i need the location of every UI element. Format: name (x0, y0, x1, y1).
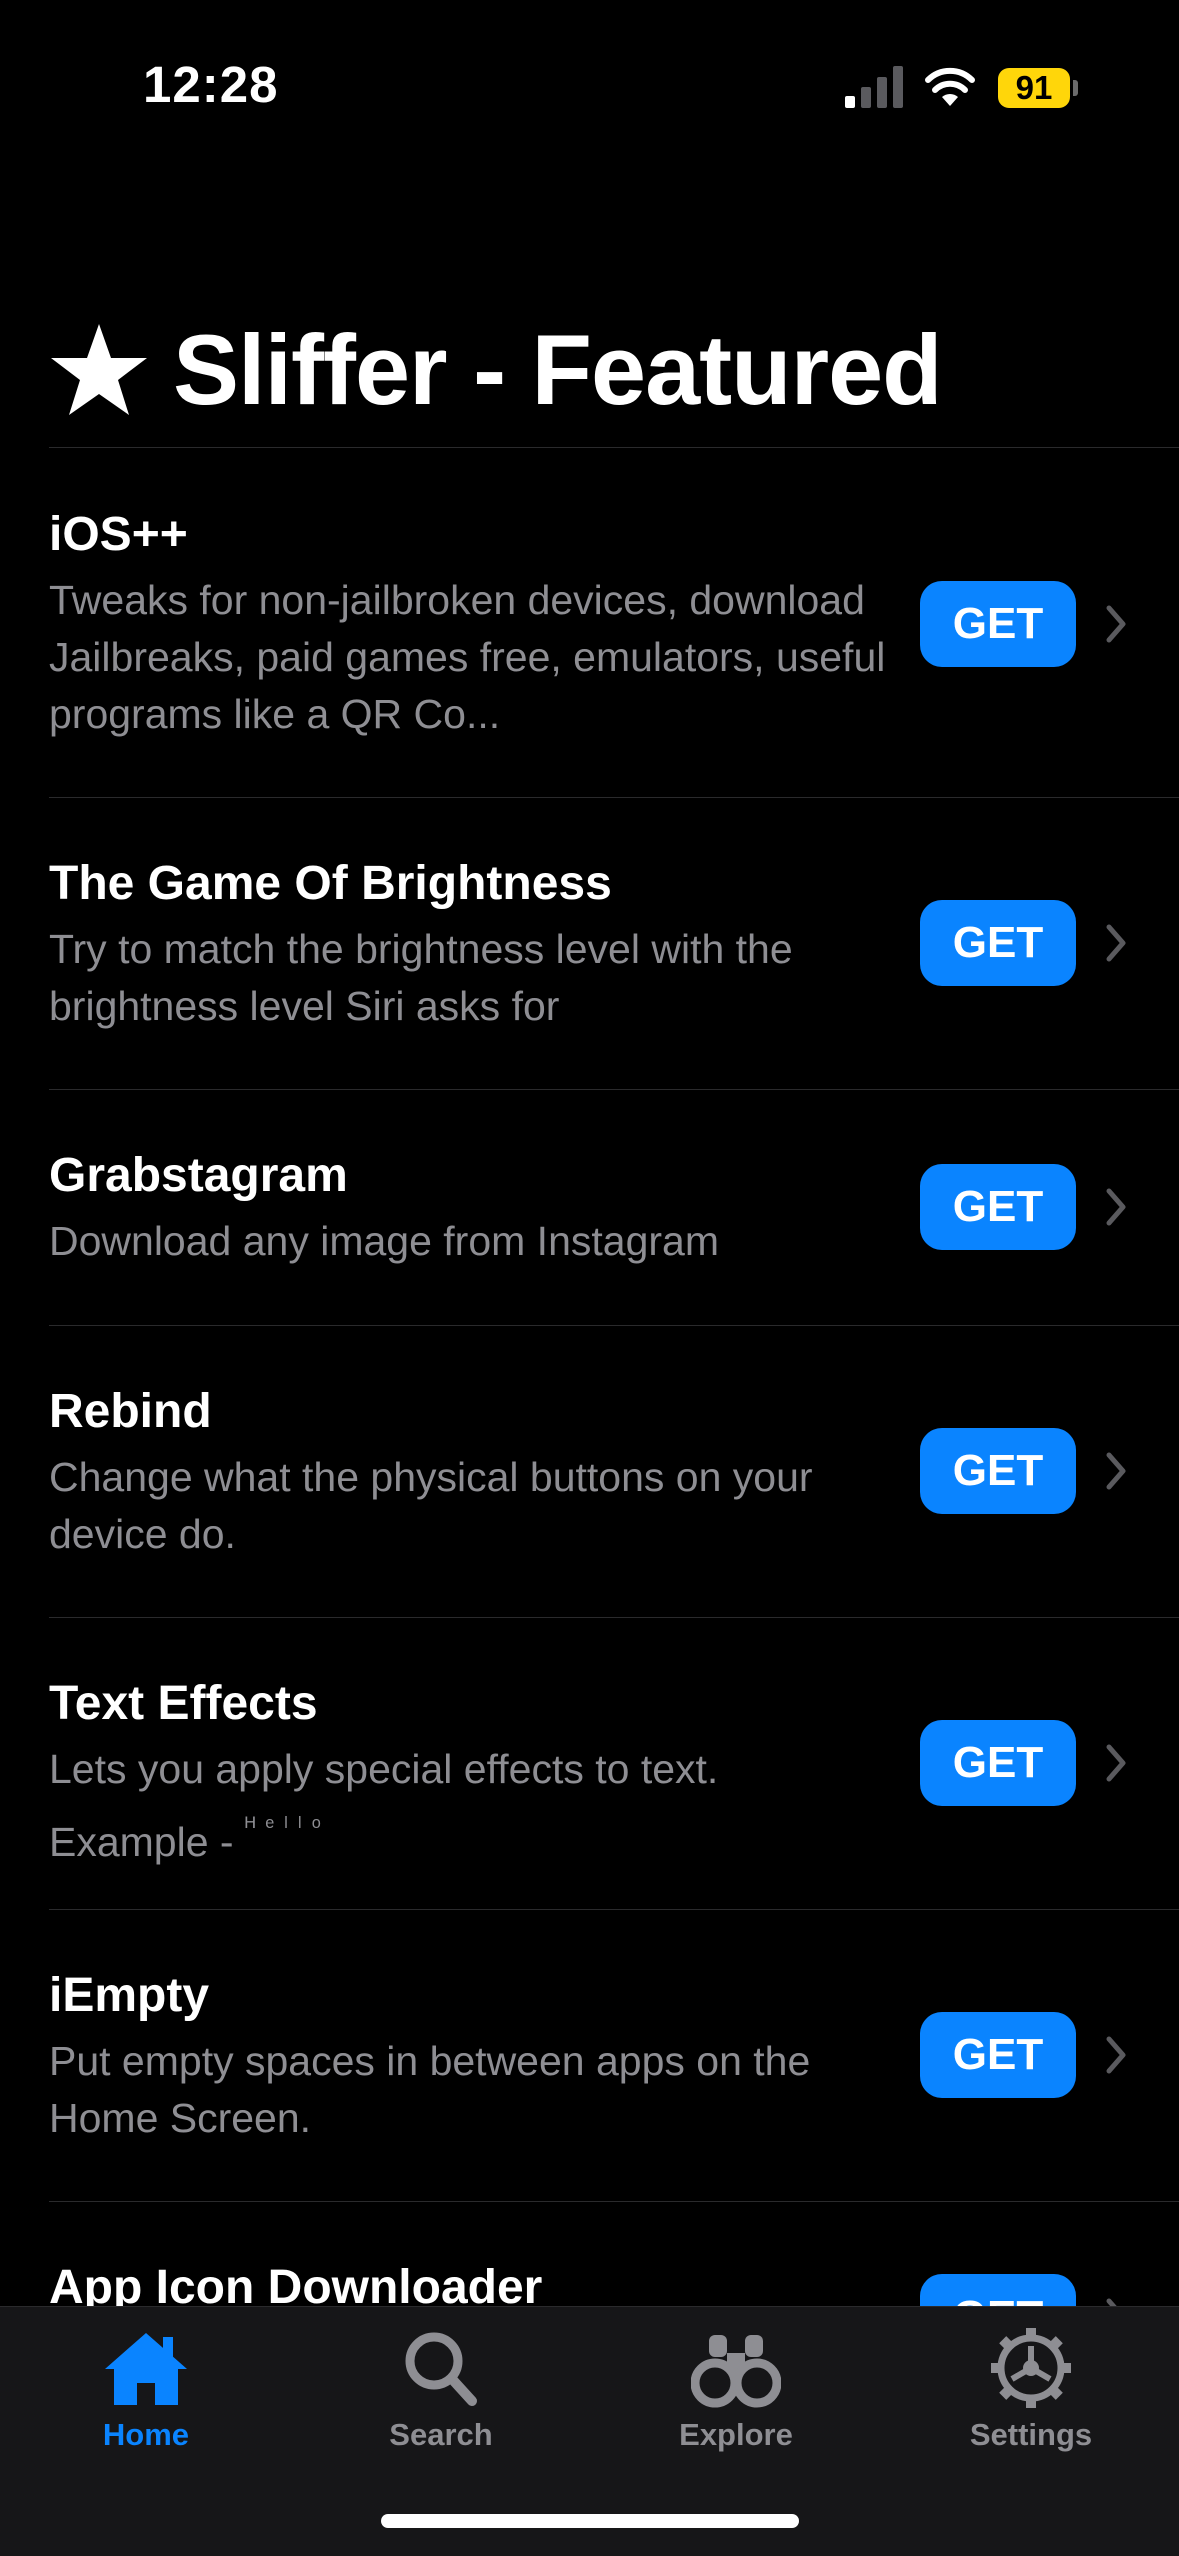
list-item[interactable]: iOS++ Tweaks for non-jailbroken devices,… (0, 449, 1179, 797)
app-name: Rebind (49, 1385, 212, 1438)
chevron-right-icon[interactable] (1105, 2035, 1129, 2075)
app-name: The Game Of Brightness (49, 857, 612, 910)
text-effect-sample: ᴴᵉˡˡᵒ (244, 1813, 331, 1840)
get-button[interactable]: GET (920, 581, 1076, 667)
chevron-right-icon[interactable] (1105, 923, 1129, 963)
get-button[interactable]: GET (920, 1428, 1076, 1514)
battery-tip (1073, 80, 1078, 96)
list-item[interactable]: Rebind Change what the physical buttons … (0, 1326, 1179, 1616)
tab-home[interactable]: Home (46, 2307, 246, 2467)
tab-label: Settings (969, 2417, 1093, 2452)
app-description: Try to match the brightness level with t… (49, 926, 793, 1029)
page-header: Sliffer - Featured (49, 300, 943, 440)
app-name: Grabstagram (49, 1149, 348, 1202)
gear-icon (991, 2328, 1071, 2408)
app-description: Download any image from Instagram (49, 1218, 719, 1264)
tab-label: Explore (679, 2417, 793, 2452)
list-item[interactable]: Grabstagram Download any image from Inst… (0, 1090, 1179, 1324)
app-name: Text Effects (49, 1677, 318, 1730)
get-button[interactable]: GET (920, 1164, 1076, 1250)
list-item[interactable]: iEmpty Put empty spaces in between apps … (0, 1910, 1179, 2200)
tab-label: Home (102, 2417, 190, 2452)
divider (49, 447, 1179, 448)
get-button[interactable]: GET (920, 2012, 1076, 2098)
app-description: Put empty spaces in between apps on the … (49, 2038, 811, 2141)
app-description-text: Lets you apply special effects to text. … (49, 1746, 719, 1865)
tab-explore[interactable]: Explore (636, 2307, 836, 2467)
app-name: iEmpty (49, 1969, 210, 2022)
cellular-signal-icon (845, 66, 903, 108)
battery-indicator: 91 (998, 68, 1070, 108)
get-button[interactable]: GET (920, 900, 1076, 986)
star-icon (51, 324, 147, 415)
chevron-right-icon[interactable] (1105, 1743, 1129, 1783)
chevron-right-icon[interactable] (1105, 1451, 1129, 1491)
app-name: iOS++ (49, 508, 188, 561)
home-indicator (381, 2514, 799, 2528)
magnifier-icon (405, 2332, 477, 2406)
list-item[interactable]: The Game Of Brightness Try to match the … (0, 798, 1179, 1088)
get-button[interactable]: GET (920, 1720, 1076, 1806)
chevron-right-icon[interactable] (1105, 1187, 1129, 1227)
tab-search[interactable]: Search (341, 2307, 541, 2467)
list-item[interactable]: Text Effects Lets you apply special effe… (0, 1618, 1179, 1908)
app-description: Change what the physical buttons on your… (49, 1454, 813, 1557)
status-time: 12:28 (143, 56, 279, 113)
binoculars-icon (691, 2335, 781, 2408)
app-description: Tweaks for non-jailbroken devices, downl… (49, 577, 886, 737)
tab-settings[interactable]: Settings (931, 2307, 1131, 2467)
wifi-icon (925, 67, 975, 106)
page-title: Sliffer - Featured (173, 314, 943, 425)
status-bar: 12:28 91 (0, 0, 1179, 170)
chevron-right-icon[interactable] (1105, 604, 1129, 644)
app-screen: 12:28 91 Sliffer - Featured iOS++ Tweaks… (0, 0, 1179, 2556)
app-description: Lets you apply special effects to text. … (49, 1741, 879, 1871)
tab-label: Search (389, 2417, 493, 2452)
house-icon (105, 2333, 187, 2405)
